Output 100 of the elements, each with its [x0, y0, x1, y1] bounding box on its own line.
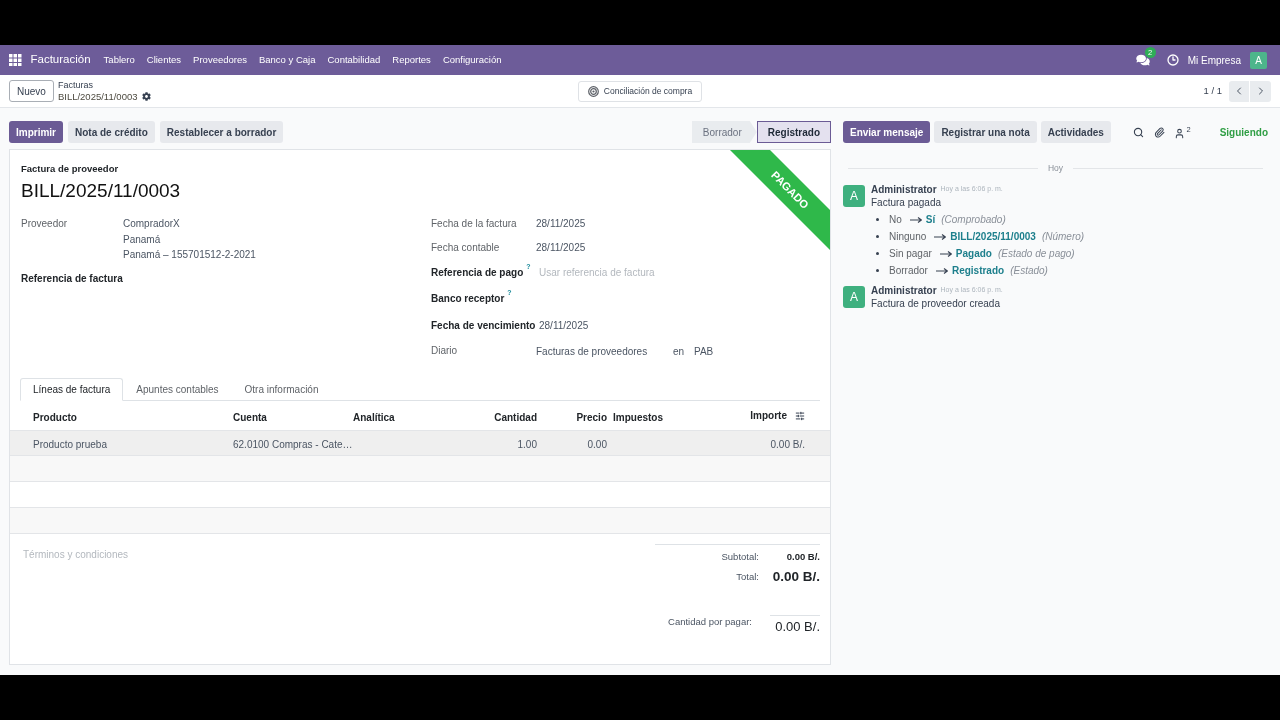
field-label: Fecha de la factura [431, 217, 517, 232]
field-value: Panamá [123, 232, 162, 247]
action-button[interactable]: Restablecer a borrador [159, 121, 284, 143]
field-label: Fecha contable [431, 240, 500, 255]
tab[interactable]: Líneas de factura [20, 378, 124, 401]
pager-value: 1 / 1 [1203, 83, 1222, 98]
field-value: en [673, 346, 685, 358]
field-value: PAB [694, 346, 714, 358]
arrow-icon [934, 233, 947, 240]
old-value: No [889, 213, 902, 227]
breadcrumb-link[interactable]: Facturas [57, 79, 151, 91]
purchase-matching-button[interactable]: Conciliación de compra [577, 80, 703, 102]
action-button[interactable]: Imprimir [9, 121, 63, 143]
sliders-icon[interactable] [795, 410, 805, 421]
field-label: Referencia de factura [21, 271, 123, 286]
gear-icon[interactable] [141, 92, 151, 101]
field-value: 28/11/2025 [536, 240, 586, 255]
field-name: (Estado) [1010, 264, 1048, 278]
field-label: Diario [431, 343, 458, 358]
field-name: (Comprobado) [941, 213, 1006, 227]
new-value: Pagado [955, 247, 992, 261]
message-body: Factura pagada [871, 196, 943, 210]
status-step[interactable]: Registrado [756, 121, 831, 143]
menu-item[interactable]: Tablero [97, 45, 141, 75]
arrow-icon [939, 250, 952, 257]
field-value: 28/11/2025 [536, 217, 586, 232]
total-label: Cantidad por pagar: [667, 615, 753, 629]
message-author: Administrator [871, 182, 937, 197]
total-label: Total: [735, 570, 760, 584]
column-header[interactable]: Precio [576, 411, 607, 423]
column-header[interactable]: Importe [750, 408, 787, 423]
field-value: Facturas de proveedores [536, 346, 648, 358]
terms-field[interactable]: Términos y condiciones [23, 544, 223, 564]
breadcrumb-current: BILL/2025/11/0003 [57, 90, 138, 103]
new-button[interactable]: Nuevo [9, 80, 54, 102]
field-label: Referencia de pago [431, 265, 524, 280]
text-input-field[interactable]: Usar referencia de factura [539, 264, 679, 281]
field-name: (Número) [1041, 230, 1085, 244]
chat-bubbles-icon[interactable] [1135, 54, 1150, 66]
message-author: Administrator [871, 283, 937, 298]
message-body: Factura de proveedor creada [871, 297, 1001, 311]
old-value: Sin pagar [889, 247, 932, 261]
bullet-icon [876, 252, 879, 255]
search-icon[interactable] [1133, 126, 1145, 138]
total-value: 0.00 B/. [785, 549, 820, 564]
field-label: Fecha de vencimiento [431, 318, 536, 333]
target-icon [587, 85, 599, 97]
app-name[interactable]: Facturación [30, 54, 91, 66]
amount-due-value: 0.00 B/. [770, 615, 820, 636]
previous-button[interactable] [1229, 80, 1249, 102]
status-step[interactable]: Borrador [691, 121, 757, 143]
person-icon [1174, 127, 1186, 139]
column-header[interactable]: Analítica [353, 411, 395, 423]
menu-item[interactable]: Configuración [436, 45, 508, 75]
chatter-button[interactable]: Registrar una nota [934, 121, 1037, 143]
menu-item[interactable]: Reportes [386, 45, 437, 75]
paperclip-icon[interactable] [1154, 126, 1166, 138]
old-value: Borrador [889, 264, 928, 278]
table-row[interactable]: Producto prueba 62.0100 Compras - Cate… 1.00 0.00 0.00 B/. [10, 430, 830, 456]
total-value: 0.00 B/. [771, 568, 820, 586]
table-cell: 0.00 [587, 439, 607, 450]
field-label: Banco receptor [431, 292, 505, 307]
bullet-icon [876, 218, 879, 221]
new-value: BILL/2025/11/0003 [950, 230, 1036, 244]
action-button[interactable]: Nota de crédito [68, 121, 155, 143]
old-value: Ninguno [889, 230, 927, 244]
field-value: 28/11/2025 [539, 318, 589, 333]
column-header[interactable]: Impuestos [613, 411, 663, 423]
menu-item[interactable]: Proveedores [187, 45, 253, 75]
menu-item[interactable]: Contabilidad [321, 45, 387, 75]
chatter-button[interactable]: Enviar mensaje [843, 121, 931, 143]
chatter-button[interactable]: Actividades [1040, 121, 1111, 143]
column-header[interactable]: Producto [33, 411, 77, 423]
total-label: Subtotal: [720, 549, 760, 564]
menu-item[interactable]: Clientes [140, 45, 188, 75]
column-header[interactable]: Cuenta [233, 411, 267, 423]
clock-icon[interactable] [1166, 54, 1179, 66]
column-header[interactable]: Cantidad [494, 411, 537, 423]
new-value: Registrado [951, 264, 1005, 278]
arrow-icon [909, 216, 922, 223]
bullet-icon [876, 235, 879, 238]
company-name[interactable]: Mi Empresa [1187, 52, 1241, 68]
table-cell: 1.00 [517, 439, 537, 450]
field-value[interactable]: CompradorX [123, 216, 256, 232]
arrow-icon [935, 267, 948, 274]
tab[interactable]: Apuntes contables [123, 378, 232, 401]
new-value: Sí [925, 213, 936, 227]
tab[interactable]: Otra información [231, 378, 332, 401]
bullet-icon [876, 269, 879, 272]
date-divider: Hoy [1046, 161, 1065, 175]
apps-grid-icon[interactable] [9, 53, 22, 67]
field-label: Proveedor [21, 217, 68, 232]
table-cell: 62.0100 Compras - Cate… [233, 439, 353, 450]
table-cell: 0.00 B/. [770, 439, 805, 450]
document-title: BILL/2025/11/0003 [21, 178, 181, 203]
document-type: Factura de proveedor [21, 161, 119, 176]
field-name: (Estado de pago) [997, 247, 1075, 261]
table-cell: Producto prueba [33, 439, 107, 450]
field-value: Panamá – 155701512-2-2021 [123, 248, 256, 262]
menu-item[interactable]: Banco y Caja [252, 45, 322, 75]
